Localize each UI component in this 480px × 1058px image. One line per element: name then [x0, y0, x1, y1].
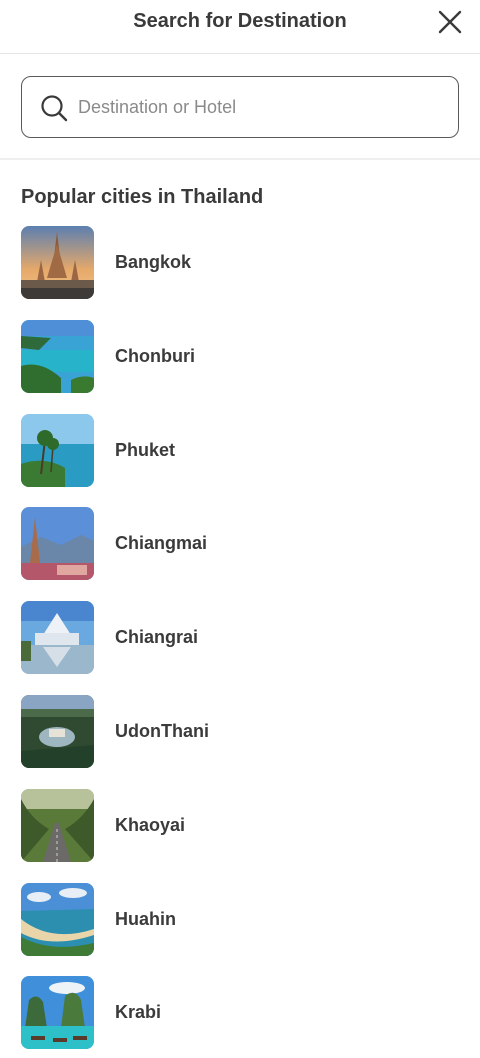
- city-item-krabi[interactable]: Krabi: [0, 976, 480, 1058]
- city-thumbnail: [21, 601, 94, 675]
- city-thumbnail: [21, 976, 94, 1050]
- city-name: Krabi: [115, 1002, 162, 1023]
- search-box[interactable]: [21, 76, 459, 138]
- city-item-chiangrai[interactable]: Chiangrai: [0, 601, 480, 695]
- city-name: Chiangmai: [115, 533, 208, 554]
- close-icon: [438, 10, 462, 34]
- city-thumbnail: [21, 788, 94, 862]
- city-thumbnail: [21, 226, 94, 299]
- top-bar: Search for Destination: [0, 0, 480, 54]
- city-name: Khaoyai: [115, 814, 186, 835]
- city-item-chiangmai[interactable]: Chiangmai: [0, 507, 480, 601]
- city-name: Huahin: [115, 908, 176, 929]
- section-title: Popular cities in Thailand: [21, 186, 264, 208]
- city-thumbnail: [21, 882, 94, 956]
- city-thumbnail: [21, 694, 94, 768]
- close-button[interactable]: [436, 8, 464, 36]
- city-name: Phuket: [115, 439, 176, 460]
- page-title: Search for Destination: [133, 10, 347, 32]
- search-icon: [41, 95, 68, 122]
- city-item-udonthani[interactable]: UdonThani: [0, 694, 480, 789]
- search-input[interactable]: [78, 91, 438, 123]
- city-item-bangkok[interactable]: Bangkok: [0, 226, 480, 320]
- city-item-huahin[interactable]: Huahin: [0, 882, 480, 977]
- city-item-khaoyai[interactable]: Khaoyai: [0, 788, 480, 883]
- city-list: Bangkok Chonburi Phuket Chiangmai Chiang…: [0, 226, 480, 1058]
- divider: [0, 158, 480, 160]
- city-name: Bangkok: [115, 252, 192, 272]
- city-thumbnail: [21, 413, 94, 487]
- city-thumbnail: [21, 507, 94, 581]
- city-item-phuket[interactable]: Phuket: [0, 413, 480, 508]
- city-name: UdonThani: [115, 720, 209, 741]
- city-name: Chiangrai: [115, 627, 199, 648]
- city-name: Chonburi: [115, 345, 195, 366]
- city-thumbnail: [21, 319, 94, 393]
- city-item-chonburi[interactable]: Chonburi: [0, 319, 480, 414]
